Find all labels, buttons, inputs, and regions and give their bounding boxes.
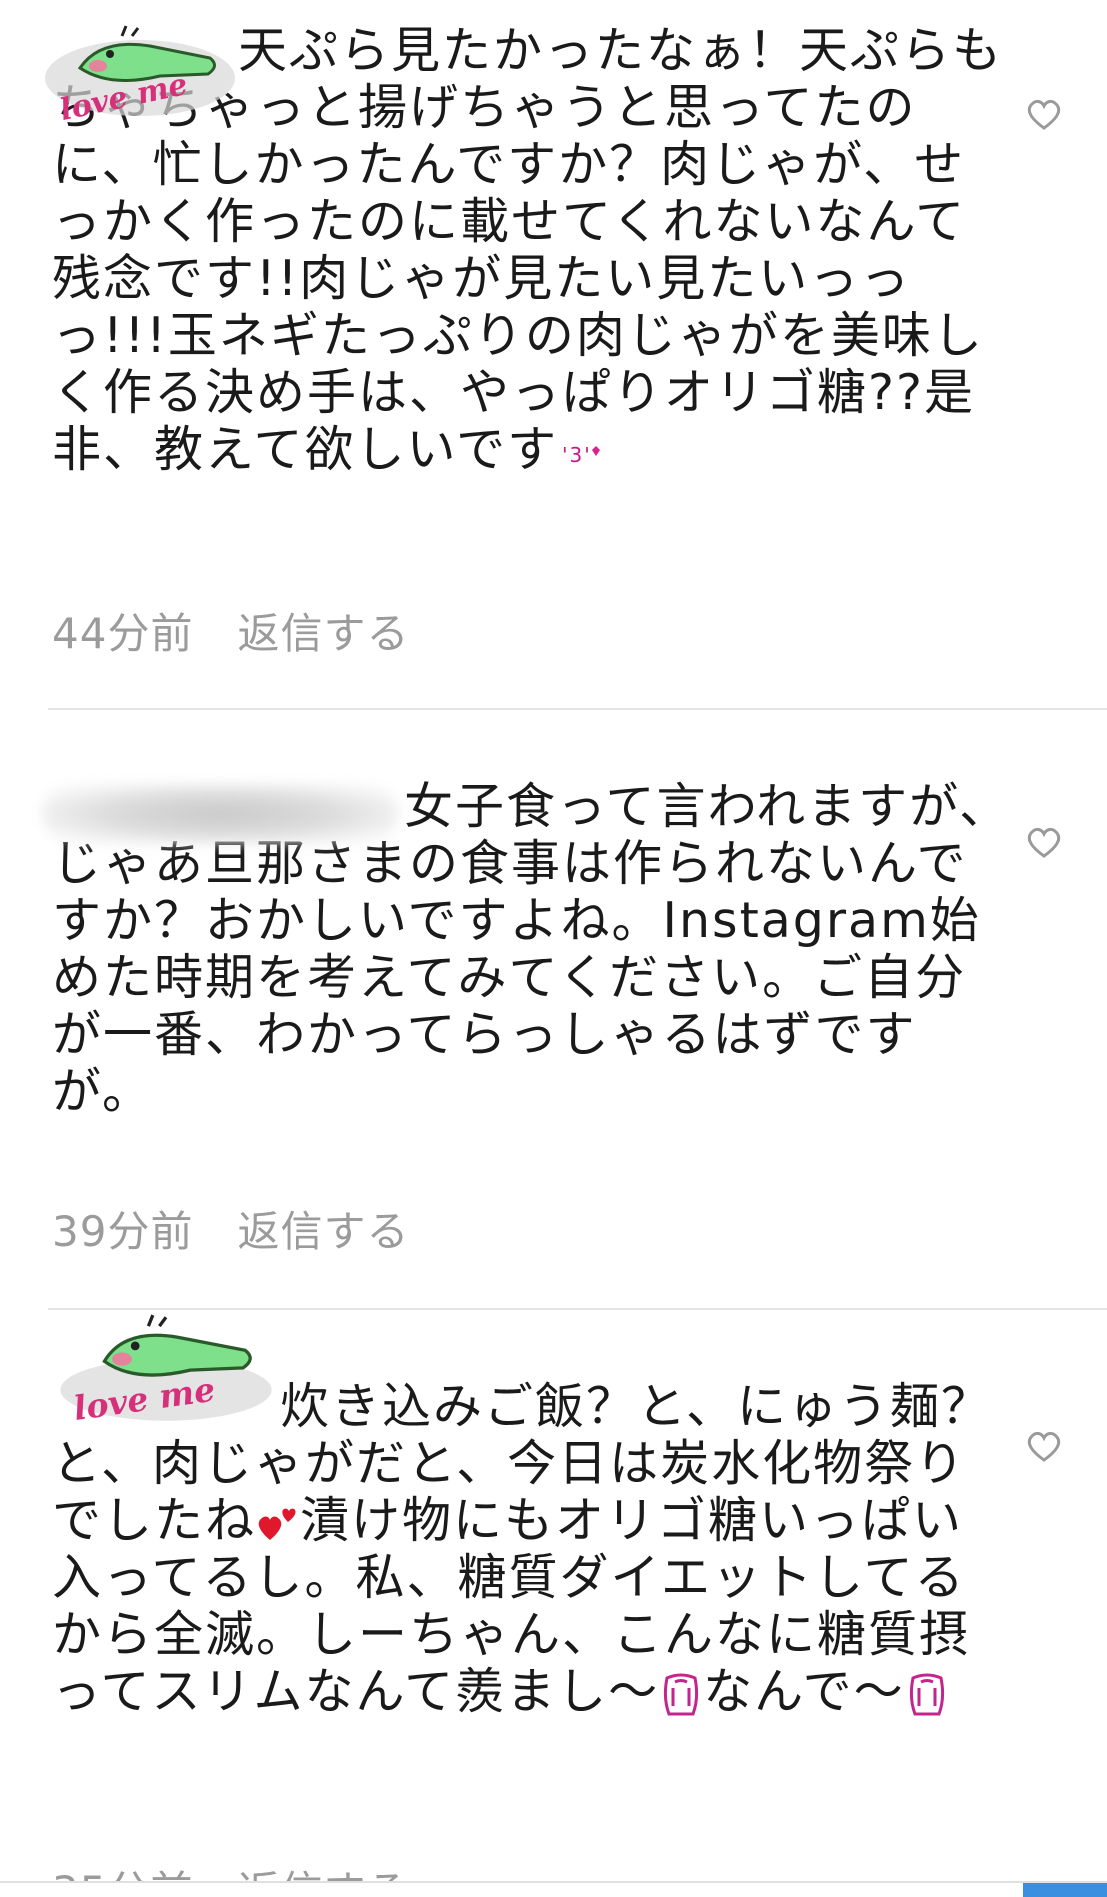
svg-text:'3': '3': [562, 443, 592, 467]
comment-list: love me 天ぷら見たかったなぁ！天ぷらもちゃちゃっと揚げちゃうと思ってたの…: [0, 0, 1107, 1897]
blurred-username: [42, 784, 398, 844]
reply-button[interactable]: 返信する: [237, 609, 409, 658]
two-hearts-emoji: [258, 1508, 296, 1540]
bottom-bar: [0, 1881, 1107, 1897]
crying-face-emoji: [909, 1673, 944, 1715]
heart-outline-icon[interactable]: [1024, 822, 1064, 862]
comment-timestamp: 39分前: [52, 1207, 194, 1256]
divider: [48, 708, 1107, 710]
heart-outline-icon[interactable]: [1024, 1426, 1064, 1466]
bottom-accent[interactable]: [1023, 1883, 1107, 1897]
comment-body: なんで〜: [703, 1663, 905, 1720]
kiss-emoji: '3': [562, 443, 601, 467]
comment-timestamp: 44分前: [52, 609, 194, 658]
reply-button[interactable]: 返信する: [237, 1207, 409, 1256]
comment-meta: 44分前 返信する: [52, 600, 409, 661]
crocodile-love-me-sticker: love me: [45, 25, 235, 128]
comment-meta: 39分前 返信する: [52, 1198, 409, 1259]
comment-item: love me 炊き込みご飯？と、にゅう麺？と、肉じゃがだと、今日は炭水化物祭り…: [52, 1314, 1061, 1897]
crying-face-emoji: [664, 1673, 699, 1715]
comment-item: love me 天ぷら見たかったなぁ！天ぷらもちゃちゃっと揚げちゃうと思ってたの…: [45, 22, 1061, 658]
comment-item: 女子食って言われますが、じゃあ旦那さまの食事は作られないんですか？おかしいですよ…: [42, 778, 1061, 1256]
heart-outline-icon[interactable]: [1024, 94, 1064, 134]
crocodile-love-me-sticker: love me: [60, 1314, 272, 1428]
